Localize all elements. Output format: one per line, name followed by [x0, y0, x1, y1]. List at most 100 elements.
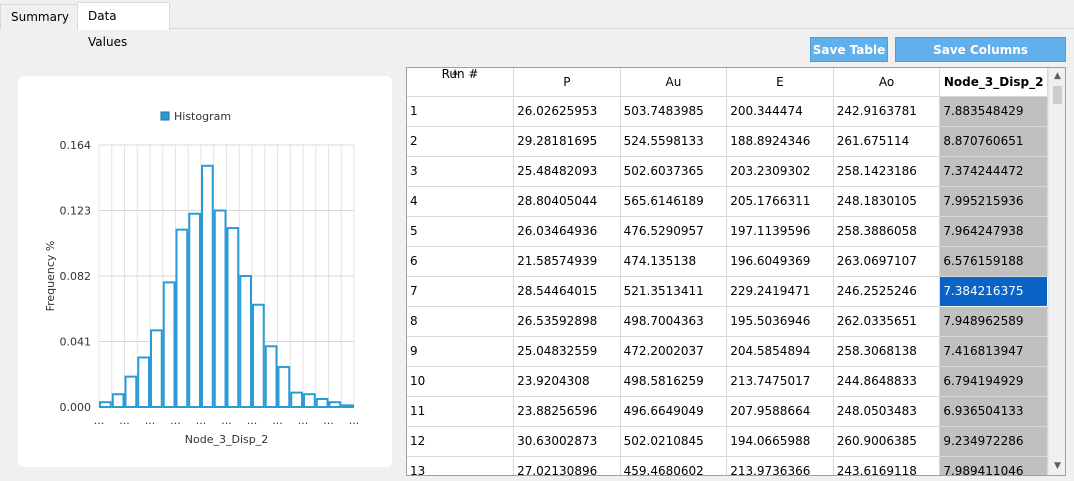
table-cell[interactable]: 496.6649049	[620, 396, 728, 427]
table-row[interactable]: 13 27.02130896 459.4680602 213.9736366 243.6…	[407, 456, 1048, 475]
table-row[interactable]: 6 21.58574939 474.135138 196.6049369 263.069…	[407, 246, 1048, 277]
row-number-cell[interactable]: 5	[407, 216, 515, 247]
table-cell[interactable]: 476.5290957	[620, 216, 728, 247]
row-number-cell[interactable]: 12	[407, 426, 515, 457]
table-cell[interactable]: 28.54464015	[513, 276, 621, 307]
row-number-cell[interactable]: 7	[407, 276, 515, 307]
save-columns-separately-button[interactable]: Save Columns Separately	[895, 37, 1066, 82]
scroll-up-icon[interactable]: ▲	[1049, 68, 1065, 85]
table-cell[interactable]: 26.53592898	[513, 306, 621, 337]
table-cell[interactable]: 23.9204308	[513, 366, 621, 397]
table-cell[interactable]: 524.5598133	[620, 126, 728, 157]
row-number-cell[interactable]: 6	[407, 246, 515, 277]
table-cell[interactable]: 25.48482093	[513, 156, 621, 187]
table-cell[interactable]: 521.3513411	[620, 276, 728, 307]
table-cell[interactable]: 30.63002873	[513, 426, 621, 457]
table-row[interactable]: 12 30.63002873 502.0210845 194.0665988 260.9…	[407, 426, 1048, 457]
table-cell[interactable]: 263.0697107	[833, 246, 941, 277]
table-row[interactable]: 8 26.53592898 498.7004363 195.5036946 262.03…	[407, 306, 1048, 337]
table-cell[interactable]: 196.6049369	[726, 246, 834, 277]
table-cell[interactable]: 503.7483985	[620, 96, 728, 127]
row-number-cell[interactable]: 8	[407, 306, 515, 337]
table-row[interactable]: 9 25.04832559 472.2002037 204.5854894 258.30…	[407, 336, 1048, 367]
table-cell[interactable]: 23.88256596	[513, 396, 621, 427]
table-cell[interactable]: 25.04832559	[513, 336, 621, 367]
table-cell[interactable]: 7.948962589	[939, 306, 1048, 337]
vertical-scrollbar[interactable]: ▲ ▼	[1048, 68, 1065, 475]
table-cell[interactable]: 258.1423186	[833, 156, 941, 187]
table-cell[interactable]: 21.58574939	[513, 246, 621, 277]
table-cell[interactable]: 27.02130896	[513, 456, 621, 475]
row-number-cell[interactable]: 3	[407, 156, 515, 187]
column-header-run[interactable]: ▲ Run #	[407, 68, 515, 97]
tab-data-values[interactable]: Data Values	[77, 2, 170, 49]
table-cell[interactable]: 243.6169118	[833, 456, 941, 475]
table-cell[interactable]: 7.384216375	[939, 275, 1048, 307]
table-cell[interactable]: 200.344474	[726, 96, 834, 127]
table-cell[interactable]: 248.0503483	[833, 396, 941, 427]
table-cell[interactable]: 9.234972286	[939, 426, 1048, 457]
table-cell[interactable]: 26.02625953	[513, 96, 621, 127]
row-number-cell[interactable]: 4	[407, 186, 515, 217]
table-row[interactable]: 3 25.48482093 502.6037365 203.2309302 258.14…	[407, 156, 1048, 187]
table-row[interactable]: 10 23.9204308 498.5816259 213.7475017 244.86…	[407, 366, 1048, 397]
table-row[interactable]: 5 26.03464936 476.5290957 197.1139596 258.38…	[407, 216, 1048, 247]
scroll-down-icon[interactable]: ▼	[1049, 458, 1065, 475]
table-cell[interactable]: 229.2419471	[726, 276, 834, 307]
table-row[interactable]: 2 29.28181695 524.5598133 188.8924346 261.67…	[407, 126, 1048, 157]
table-cell[interactable]: 6.936504133	[939, 396, 1048, 427]
table-cell[interactable]: 7.989411046	[939, 456, 1048, 475]
table-cell[interactable]: 7.964247938	[939, 216, 1048, 247]
table-cell[interactable]: 498.7004363	[620, 306, 728, 337]
table-cell[interactable]: 244.8648833	[833, 366, 941, 397]
table-cell[interactable]: 262.0335651	[833, 306, 941, 337]
column-header-au[interactable]: Au	[620, 68, 728, 97]
column-header-ao[interactable]: Ao	[833, 68, 941, 97]
table-cell[interactable]: 459.4680602	[620, 456, 728, 475]
table-cell[interactable]: 203.2309302	[726, 156, 834, 187]
row-number-cell[interactable]: 11	[407, 396, 515, 427]
column-header-e[interactable]: E	[726, 68, 834, 97]
table-cell[interactable]: 8.870760651	[939, 126, 1048, 157]
table-cell[interactable]: 248.1830105	[833, 186, 941, 217]
table-cell[interactable]: 194.0665988	[726, 426, 834, 457]
table-cell[interactable]: 213.7475017	[726, 366, 834, 397]
table-row[interactable]: 4 28.80405044 565.6146189 205.1766311 248.18…	[407, 186, 1048, 217]
table-cell[interactable]: 7.883548429	[939, 96, 1048, 127]
table-cell[interactable]: 260.9006385	[833, 426, 941, 457]
table-cell[interactable]: 258.3068138	[833, 336, 941, 367]
table-cell[interactable]: 26.03464936	[513, 216, 621, 247]
tab-summary[interactable]: Summary	[0, 4, 78, 29]
column-header-node-3-disp-2[interactable]: Node_3_Disp_2	[939, 68, 1048, 97]
table-cell[interactable]: 205.1766311	[726, 186, 834, 217]
table-cell[interactable]: 261.675114	[833, 126, 941, 157]
table-cell[interactable]: 6.576159188	[939, 246, 1048, 277]
table-row[interactable]: 1 26.02625953 503.7483985 200.344474 242.916…	[407, 96, 1048, 127]
table-cell[interactable]: 258.3886058	[833, 216, 941, 247]
row-number-cell[interactable]: 13	[407, 456, 515, 475]
table-cell[interactable]: 6.794194929	[939, 366, 1048, 397]
row-number-cell[interactable]: 9	[407, 336, 515, 367]
table-row[interactable]: 7 28.54464015 521.3513411 229.2419471 246.25…	[407, 275, 1048, 307]
table-cell[interactable]: 29.28181695	[513, 126, 621, 157]
table-cell[interactable]: 7.374244472	[939, 156, 1048, 187]
row-number-cell[interactable]: 1	[407, 96, 515, 127]
row-number-cell[interactable]: 10	[407, 366, 515, 397]
scrollbar-thumb[interactable]	[1053, 86, 1062, 104]
table-cell[interactable]: 472.2002037	[620, 336, 728, 367]
table-cell[interactable]: 498.5816259	[620, 366, 728, 397]
table-cell[interactable]: 204.5854894	[726, 336, 834, 367]
table-row[interactable]: 11 23.88256596 496.6649049 207.9588664 248.0…	[407, 396, 1048, 427]
table-cell[interactable]: 502.0210845	[620, 426, 728, 457]
table-cell[interactable]: 7.995215936	[939, 186, 1048, 217]
table-cell[interactable]: 207.9588664	[726, 396, 834, 427]
row-number-cell[interactable]: 2	[407, 126, 515, 157]
save-table-button[interactable]: Save Table	[810, 37, 888, 62]
table-cell[interactable]: 188.8924346	[726, 126, 834, 157]
table-cell[interactable]: 246.2525246	[833, 276, 941, 307]
table-cell[interactable]: 195.5036946	[726, 306, 834, 337]
table-cell[interactable]: 242.9163781	[833, 96, 941, 127]
table-cell[interactable]: 197.1139596	[726, 216, 834, 247]
table-cell[interactable]: 502.6037365	[620, 156, 728, 187]
table-cell[interactable]: 565.6146189	[620, 186, 728, 217]
